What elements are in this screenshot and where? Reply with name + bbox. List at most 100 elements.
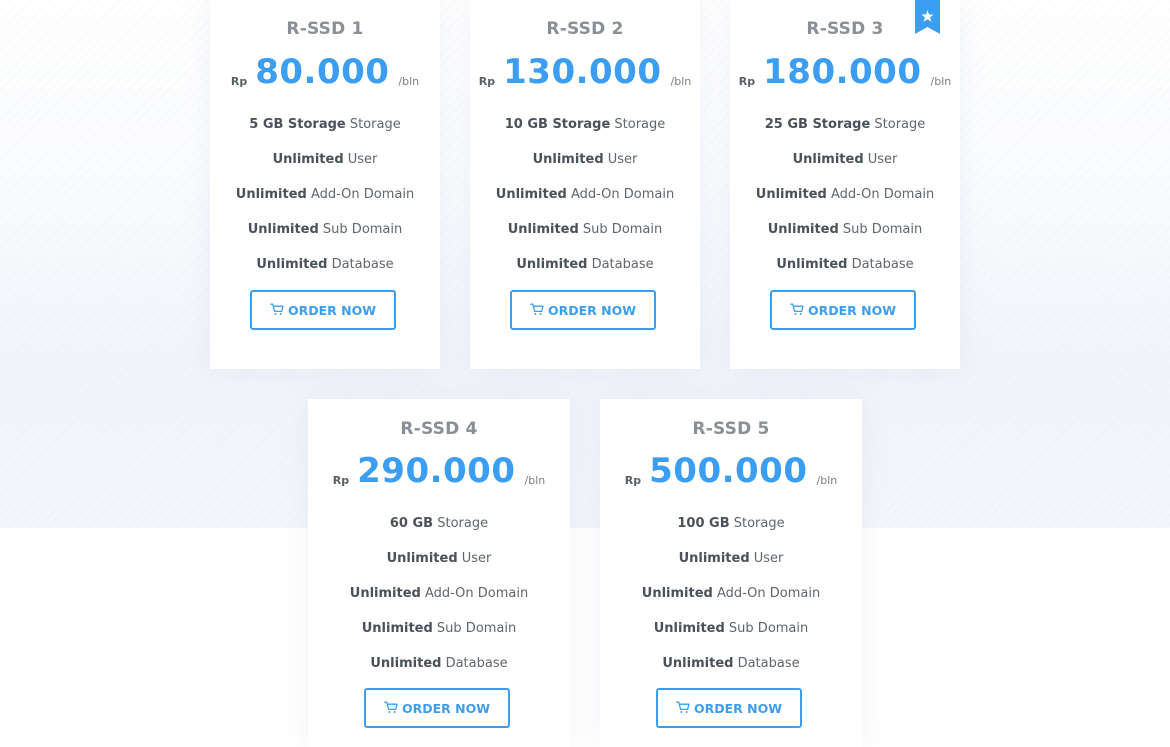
price-period: /bln	[816, 474, 838, 487]
feature-item: Unlimited Sub Domain	[308, 617, 570, 652]
feature-value: Unlimited	[662, 656, 734, 671]
feature-item: Unlimited Add-On Domain	[210, 183, 440, 218]
feature-value: Unlimited	[361, 621, 433, 636]
feature-value: Unlimited	[256, 257, 328, 272]
feature-label: Add-On Domain	[566, 187, 675, 202]
feature-label: Database	[441, 656, 508, 671]
feature-item: Unlimited Database	[730, 253, 960, 288]
feature-item: Unlimited Sub Domain	[600, 617, 862, 652]
feature-label: Database	[587, 257, 654, 272]
feature-label: User	[343, 152, 378, 167]
feature-list: 100 GB Storage Unlimited User Unlimited …	[600, 512, 862, 687]
feature-label: Sub Domain	[724, 621, 809, 636]
feature-item: Unlimited Add-On Domain	[730, 183, 960, 218]
price-period: /bln	[524, 474, 546, 487]
currency-label: Rp	[738, 75, 756, 88]
feature-label: Sub Domain	[578, 222, 663, 237]
feature-value: Unlimited	[272, 152, 344, 167]
price-amount: 130.000	[503, 52, 662, 92]
order-now-button[interactable]: ORDER NOW	[250, 290, 396, 330]
feature-item: Unlimited User	[730, 148, 960, 183]
feature-item: Unlimited User	[600, 547, 862, 582]
pricing-card-r-ssd-1: R-SSD 1 Rp 80.000 /bln 5 GB Storage Stor…	[210, 0, 440, 369]
feature-item: 60 GB Storage	[308, 512, 570, 547]
feature-label: User	[457, 551, 492, 566]
feature-value: Unlimited	[507, 222, 579, 237]
feature-list: 10 GB Storage Storage Unlimited User Unl…	[470, 113, 700, 288]
feature-label: User	[603, 152, 638, 167]
feature-label: Storage	[433, 516, 489, 531]
feature-label: User	[863, 152, 898, 167]
plan-name: R-SSD 3	[806, 19, 884, 39]
feature-value: 100 GB	[677, 516, 730, 531]
order-now-button[interactable]: ORDER NOW	[656, 688, 802, 728]
cart-icon	[270, 303, 284, 315]
feature-list: 5 GB Storage Storage Unlimited User Unli…	[210, 113, 440, 288]
cart-icon	[790, 303, 804, 315]
page-background	[0, 528, 1170, 747]
price-amount: 500.000	[649, 451, 808, 491]
feature-label: Storage	[870, 117, 926, 132]
order-now-label: ORDER NOW	[401, 700, 491, 716]
pricing-card-r-ssd-5: R-SSD 5 Rp 500.000 /bln 100 GB Storage U…	[600, 399, 862, 747]
price-period: /bln	[930, 75, 952, 88]
feature-label: Sub Domain	[838, 222, 923, 237]
feature-label: Add-On Domain	[420, 586, 529, 601]
feature-label: Database	[847, 257, 914, 272]
feature-item: 10 GB Storage Storage	[470, 113, 700, 148]
feature-label: Add-On Domain	[306, 187, 415, 202]
feature-item: Unlimited Database	[210, 253, 440, 288]
price-period: /bln	[398, 75, 420, 88]
currency-label: Rp	[230, 75, 248, 88]
feature-label: Sub Domain	[318, 222, 403, 237]
feature-value: Unlimited	[792, 152, 864, 167]
feature-item: Unlimited Database	[308, 652, 570, 687]
feature-value: Unlimited	[247, 222, 319, 237]
price-row: Rp 500.000 /bln	[600, 451, 862, 501]
cart-icon	[384, 701, 398, 713]
feature-value: Unlimited	[386, 551, 458, 566]
order-now-button[interactable]: ORDER NOW	[364, 688, 510, 728]
pricing-card-r-ssd-3: R-SSD 3 Rp 180.000 /bln 25 GB Storage St…	[730, 0, 960, 369]
feature-value: Unlimited	[532, 152, 604, 167]
feature-value: Unlimited	[678, 551, 750, 566]
feature-item: Unlimited Database	[600, 652, 862, 687]
feature-value: 10 GB Storage	[504, 117, 611, 132]
feature-value: 25 GB Storage	[764, 117, 871, 132]
pricing-card-r-ssd-2: R-SSD 2 Rp 130.000 /bln 10 GB Storage St…	[470, 0, 700, 369]
feature-label: Sub Domain	[432, 621, 517, 636]
price-row: Rp 130.000 /bln	[470, 52, 700, 102]
price-period: /bln	[670, 75, 692, 88]
currency-label: Rp	[332, 474, 350, 487]
order-now-label: ORDER NOW	[807, 302, 897, 318]
feature-item: Unlimited Sub Domain	[210, 218, 440, 253]
order-now-label: ORDER NOW	[547, 302, 637, 318]
price-row: Rp 290.000 /bln	[308, 451, 570, 501]
feature-item: Unlimited Add-On Domain	[600, 582, 862, 617]
feature-item: Unlimited User	[308, 547, 570, 582]
feature-value: 60 GB	[389, 516, 434, 531]
feature-item: 25 GB Storage Storage	[730, 113, 960, 148]
plan-name: R-SSD 4	[400, 419, 478, 439]
feature-label: Database	[327, 257, 394, 272]
order-now-label: ORDER NOW	[287, 302, 377, 318]
feature-item: Unlimited Sub Domain	[730, 218, 960, 253]
price-row: Rp 180.000 /bln	[730, 52, 960, 102]
currency-label: Rp	[624, 474, 642, 487]
feature-value: Unlimited	[495, 187, 567, 202]
order-now-button[interactable]: ORDER NOW	[770, 290, 916, 330]
feature-value: Unlimited	[755, 187, 827, 202]
feature-label: Storage	[610, 117, 666, 132]
feature-value: Unlimited	[653, 621, 725, 636]
feature-item: 100 GB Storage	[600, 512, 862, 547]
plan-name: R-SSD 5	[692, 419, 770, 439]
feature-value: Unlimited	[767, 222, 839, 237]
plan-name: R-SSD 1	[286, 19, 364, 39]
plan-name: R-SSD 2	[546, 19, 624, 39]
currency-label: Rp	[478, 75, 496, 88]
order-now-button[interactable]: ORDER NOW	[510, 290, 656, 330]
feature-value: Unlimited	[641, 586, 713, 601]
feature-label: User	[749, 551, 784, 566]
feature-value: Unlimited	[776, 257, 848, 272]
feature-item: Unlimited Add-On Domain	[308, 582, 570, 617]
